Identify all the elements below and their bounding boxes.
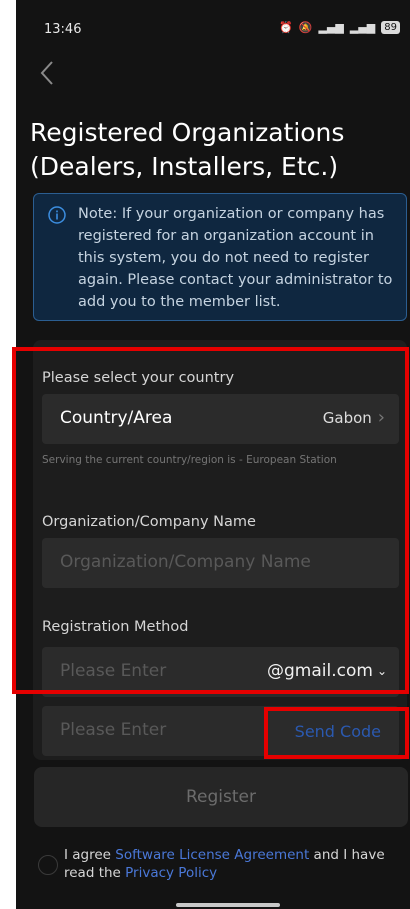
license-link[interactable]: Software License Agreement xyxy=(115,847,309,863)
agreement-prefix: I agree xyxy=(64,847,116,863)
agree-checkbox[interactable] xyxy=(38,855,58,875)
chevron-left-icon xyxy=(40,61,53,85)
highlight-box-send-code xyxy=(264,707,409,759)
highlight-box-form xyxy=(12,347,409,694)
signal-icon: ▂▄▆ xyxy=(318,21,344,34)
mute-icon: 🔕 xyxy=(298,21,313,34)
info-note: Note: If your organization or company ha… xyxy=(33,193,407,321)
home-indicator xyxy=(176,903,280,907)
page-title: Registered Organizations (Dealers, Insta… xyxy=(30,118,345,181)
privacy-link[interactable]: Privacy Policy xyxy=(125,865,217,881)
battery-icon: 89 xyxy=(381,21,400,34)
status-icons: ⏰ 🔕 ▂▄▆ ▂▄▆ 89 xyxy=(279,21,400,34)
status-bar: 13:46 ⏰ 🔕 ▂▄▆ ▂▄▆ 89 xyxy=(16,18,410,42)
agreement: I agree Software License Agreement and I… xyxy=(38,843,408,885)
agreement-text: I agree Software License Agreement and I… xyxy=(64,846,408,882)
back-button[interactable] xyxy=(36,58,60,88)
register-button[interactable]: Register xyxy=(34,767,408,827)
signal-icon-2: ▂▄▆ xyxy=(349,21,376,34)
info-icon xyxy=(48,206,66,224)
status-time: 13:46 xyxy=(44,22,82,37)
note-text: Note: If your organization or company ha… xyxy=(78,206,393,310)
alarm-icon: ⏰ xyxy=(279,21,293,34)
code-placeholder: Please Enter xyxy=(60,720,167,740)
